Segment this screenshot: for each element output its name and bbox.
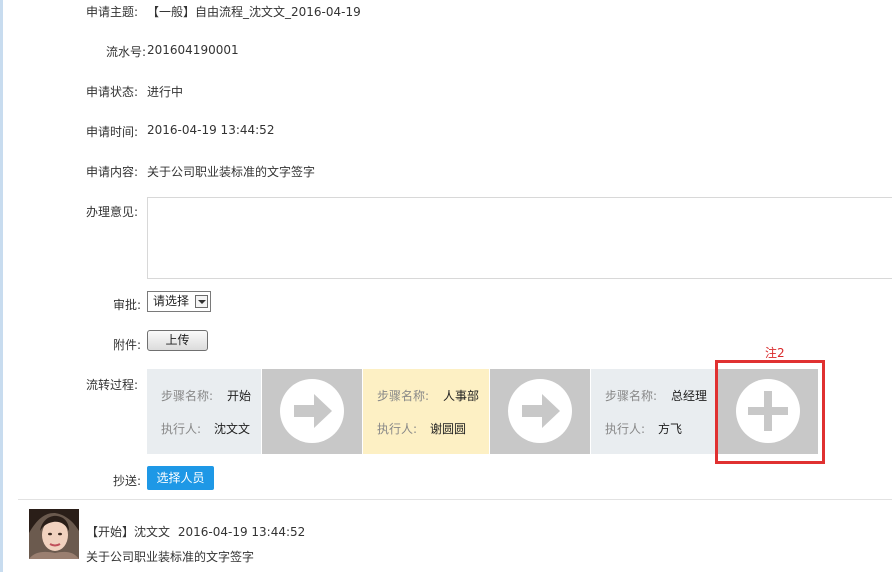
step-executor-label: 执行人: [605, 422, 646, 436]
approve-select[interactable]: 请选择 [147, 291, 211, 312]
flow-step-gm: 步骤名称: 总经理 执行人: 方飞 [591, 369, 716, 454]
flow-step-start: 步骤名称: 开始 执行人: 沈文文 [147, 369, 261, 454]
arrow-tile [490, 369, 590, 454]
serial-value: 201604190001 [147, 43, 239, 57]
flow-step-hr: 步骤名称: 人事部 执行人: 谢圆圆 [363, 369, 489, 454]
attachment-label: 附件: [112, 338, 141, 352]
avatar [29, 509, 79, 559]
chevron-down-icon[interactable] [195, 295, 208, 308]
step-name-value: 开始 [227, 389, 252, 403]
arrow-right-icon [522, 394, 560, 428]
section-divider [18, 499, 892, 500]
arrow-right-icon [294, 394, 332, 428]
step-executor-value: 方飞 [658, 422, 683, 436]
step-executor-label: 执行人: [161, 422, 202, 436]
flow-label: 流转过程: [86, 378, 139, 392]
cc-label: 抄送: [112, 474, 141, 488]
time-value: 2016-04-19 13:44:52 [147, 123, 275, 137]
select-people-button[interactable]: 选择人员 [147, 466, 214, 490]
opinion-label: 办理意见: [86, 205, 139, 219]
history-user: 沈文文 [134, 525, 171, 539]
serial-label: 流水号: [105, 45, 146, 59]
subject-value: 【一般】自由流程_沈文文_2016-04-19 [147, 5, 361, 19]
step-name-label: 步骤名称: [161, 389, 214, 403]
approve-label: 审批: [112, 298, 141, 312]
time-label: 申请时间: [86, 125, 139, 139]
history-header: 【开始】沈文文 2016-04-19 13:44:52 [86, 523, 305, 541]
status-value: 进行中 [147, 85, 184, 99]
step-name-value: 总经理 [671, 389, 708, 403]
content-value: 关于公司职业装标准的文字签字 [147, 165, 316, 179]
arrow-tile [262, 369, 362, 454]
status-label: 申请状态: [86, 85, 139, 99]
annotation-label: 注2 [765, 346, 785, 360]
step-executor-value: 谢圆圆 [430, 422, 467, 436]
step-name-label: 步骤名称: [605, 389, 658, 403]
step-executor-value: 沈文文 [214, 422, 251, 436]
left-border [0, 0, 3, 572]
step-name-label: 步骤名称: [377, 389, 430, 403]
subject-label: 申请主题: [86, 5, 139, 19]
annotation-highlight-box [715, 360, 825, 464]
step-executor-label: 执行人: [377, 422, 418, 436]
step-name-value: 人事部 [443, 389, 480, 403]
history-content: 关于公司职业装标准的文字签字 [86, 550, 255, 564]
opinion-textarea[interactable] [147, 197, 892, 279]
approve-select-value: 请选择 [153, 294, 190, 308]
history-time: 2016-04-19 13:44:52 [177, 525, 306, 539]
content-label: 申请内容: [86, 165, 139, 179]
upload-button[interactable]: 上传 [147, 330, 208, 351]
history-step: 【开始】 [86, 525, 135, 539]
